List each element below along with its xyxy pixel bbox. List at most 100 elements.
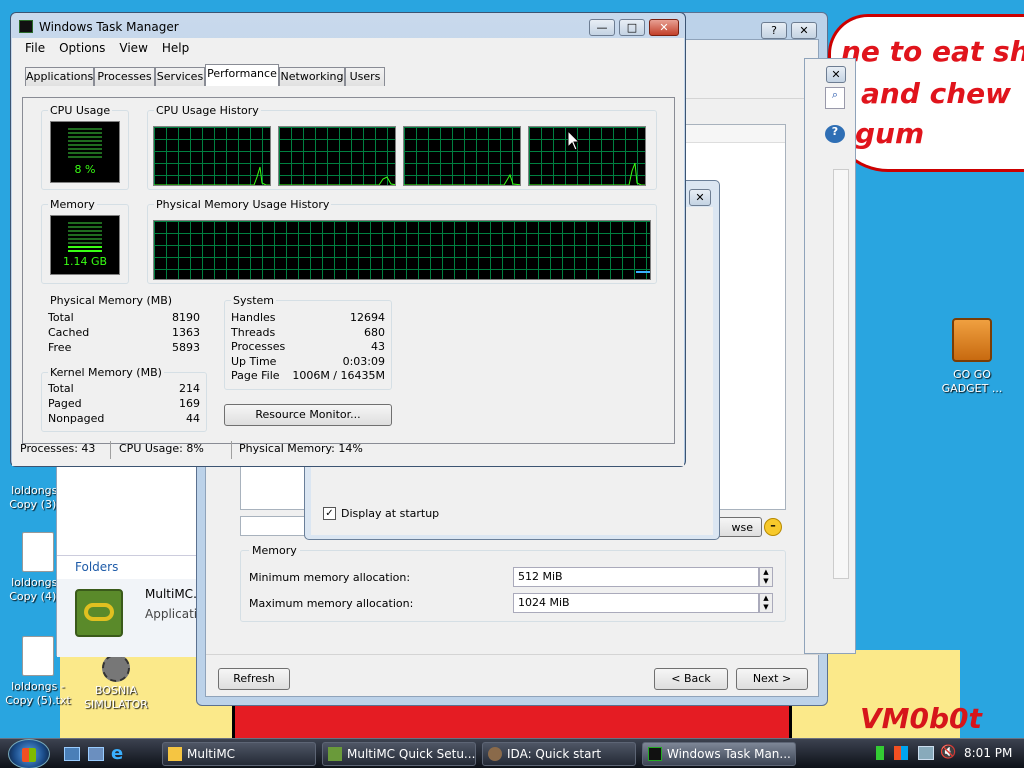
cpu-history-label: CPU Usage History <box>154 104 261 117</box>
physical-memory-title: Physical Memory (MB) <box>48 294 175 307</box>
taskbar-button-multimc-setup[interactable]: MultiMC Quick Setu... <box>322 742 476 766</box>
next-button[interactable]: Next > <box>736 668 808 690</box>
internet-explorer-icon[interactable]: e <box>111 745 129 763</box>
text-file-icon <box>22 636 54 676</box>
task-manager-icon <box>648 747 662 761</box>
tab-performance[interactable]: Performance <box>205 64 279 86</box>
taskbar: e MultiMC MultiMC Quick Setu... IDA: Qui… <box>0 738 1024 768</box>
pm-row-free: Free 5893 <box>48 341 200 354</box>
wallpaper-signature: VM0b0t <box>860 702 982 735</box>
taskbar-clock[interactable]: 8:01 PM <box>964 746 1012 760</box>
start-button[interactable] <box>8 739 50 768</box>
status-processes: Processes: 43 <box>20 442 96 455</box>
multimc-icon <box>328 747 342 761</box>
help-icon[interactable]: ? <box>825 125 845 143</box>
switch-windows-icon[interactable] <box>88 747 104 761</box>
pm-row-cached: Cached 1363 <box>48 326 200 339</box>
menu-view[interactable]: View <box>119 41 147 55</box>
multimc-app-icon <box>75 589 123 637</box>
tab-applications[interactable]: Applications <box>25 67 94 86</box>
status-cpu: CPU Usage: 8% <box>119 442 204 455</box>
cpu-history-graph-core-4 <box>528 126 646 186</box>
max-memory-label: Maximum memory allocation: <box>249 597 414 610</box>
cpu-usage-group: CPU Usage 8 % <box>41 104 129 190</box>
display-at-startup-checkbox[interactable]: ✓ <box>323 507 336 520</box>
taskbar-button-task-manager[interactable]: Windows Task Man... <box>642 742 796 766</box>
search-icon[interactable]: ⌕ <box>825 87 845 109</box>
tab-processes[interactable]: Processes <box>94 67 155 86</box>
maximize-button[interactable]: □ <box>619 19 645 36</box>
taskbar-button-ida[interactable]: IDA: Quick start <box>482 742 636 766</box>
tab-services[interactable]: Services <box>155 67 205 86</box>
wallpaper-red-area <box>232 700 792 740</box>
resource-monitor-button[interactable]: Resource Monitor... <box>224 404 392 426</box>
menu-file[interactable]: File <box>25 41 45 55</box>
folder-icon <box>168 747 182 761</box>
help-button[interactable]: ? <box>761 22 787 39</box>
min-memory-stepper[interactable]: ▲ ▼ <box>759 567 773 587</box>
max-memory-spinbox[interactable]: 1024 MiB <box>513 593 759 613</box>
wallpaper-speech-bubble: ne to eat shit and chew gum <box>828 14 1024 172</box>
desktop-icon-bosnia-simulator[interactable]: BOSNIA SIMULATOR <box>78 654 154 712</box>
refresh-button[interactable]: Refresh <box>218 668 290 690</box>
cpu-usage-label: CPU Usage <box>48 104 113 117</box>
menu-options[interactable]: Options <box>59 41 105 55</box>
display-at-startup-label: Display at startup <box>341 507 440 520</box>
tab-networking[interactable]: Networking <box>279 67 345 86</box>
sys-row-uptime: Up Time 0:03:09 <box>231 354 385 368</box>
memory-label: Memory <box>48 198 97 211</box>
min-memory-label: Minimum memory allocation: <box>249 571 411 584</box>
minimize-button[interactable]: — <box>589 19 615 36</box>
close-button[interactable]: ✕ <box>791 22 817 39</box>
sys-row-processes: Processes 43 <box>231 340 385 354</box>
km-row-nonpaged: Nonpaged 44 <box>48 412 200 425</box>
folders-pane-toggle[interactable]: Folders <box>57 555 199 577</box>
km-row-total: Total 214 <box>48 382 200 395</box>
desktop-icon-go-go-gadget[interactable]: GO GO GADGET ... <box>934 318 1010 396</box>
volume-muted-icon[interactable]: 🔇 <box>940 745 956 761</box>
sys-row-threads: Threads 680 <box>231 325 385 339</box>
action-center-icon[interactable] <box>894 746 908 760</box>
cpu-usage-meter: 8 % <box>50 121 120 183</box>
min-memory-spinbox[interactable]: 512 MiB <box>513 567 759 587</box>
warning-icon: – <box>764 518 782 536</box>
taskbar-button-multimc[interactable]: MultiMC <box>162 742 316 766</box>
briefcase-icon <box>952 318 992 362</box>
menu-bar: File Options View Help <box>25 41 203 55</box>
tray-meter-icon[interactable] <box>876 746 884 760</box>
show-desktop-icon[interactable] <box>64 747 80 761</box>
background-close-button[interactable]: ✕ <box>826 66 846 83</box>
task-manager-window: Windows Task Manager — □ ✕ File Options Vi… <box>10 12 686 467</box>
sys-row-handles: Handles 12694 <box>231 311 385 324</box>
task-manager-app-icon <box>19 20 33 33</box>
tab-strip: Applications Processes Services Performa… <box>25 64 675 89</box>
kernel-memory-group: Kernel Memory (MB) Total 214 Paged 169 Non… <box>41 366 207 432</box>
dialog-close-button[interactable]: ✕ <box>689 189 711 206</box>
menu-help[interactable]: Help <box>162 41 189 55</box>
app-name: MultiMC. <box>145 587 197 601</box>
explorer-window: Folders MultiMC. Applicatio <box>56 440 204 657</box>
memory-group: Memory 1.14 GB <box>41 198 129 284</box>
system-title: System <box>231 294 277 307</box>
max-memory-stepper[interactable]: ▲ ▼ <box>759 593 773 613</box>
memory-meter: 1.14 GB <box>50 215 120 275</box>
tab-users[interactable]: Users <box>345 67 385 86</box>
back-button[interactable]: < Back <box>654 668 728 690</box>
close-button[interactable]: ✕ <box>649 19 679 36</box>
kernel-memory-title: Kernel Memory (MB) <box>48 366 164 379</box>
physical-memory-table: Total 8190 Cached 1363 Free 5893 <box>48 311 200 356</box>
mouse-cursor-icon <box>568 131 580 151</box>
system-group: System Handles 12694 Threads 680 Processes… <box>224 294 392 390</box>
status-bar: Processes: 43 CPU Usage: 8% Physical Mem… <box>18 439 678 461</box>
cpu-history-graph-core-2 <box>278 126 396 186</box>
status-memory: Physical Memory: 14% <box>239 442 363 455</box>
network-icon[interactable] <box>918 746 934 760</box>
physical-memory-group: Physical Memory (MB) Total 8190 Cached 136… <box>41 294 207 362</box>
speech-line-1: ne to eat shit <box>841 35 1024 68</box>
system-table: Handles 12694 Threads 680 Processes 43 Up T… <box>231 311 385 384</box>
vertical-scrollbar[interactable] <box>833 169 849 579</box>
ida-icon <box>488 747 502 761</box>
speech-line-3: gum <box>855 117 925 150</box>
shortcut-icon <box>102 654 130 682</box>
desktop-icon-label: loldongs - Copy (5).txt <box>5 680 71 707</box>
